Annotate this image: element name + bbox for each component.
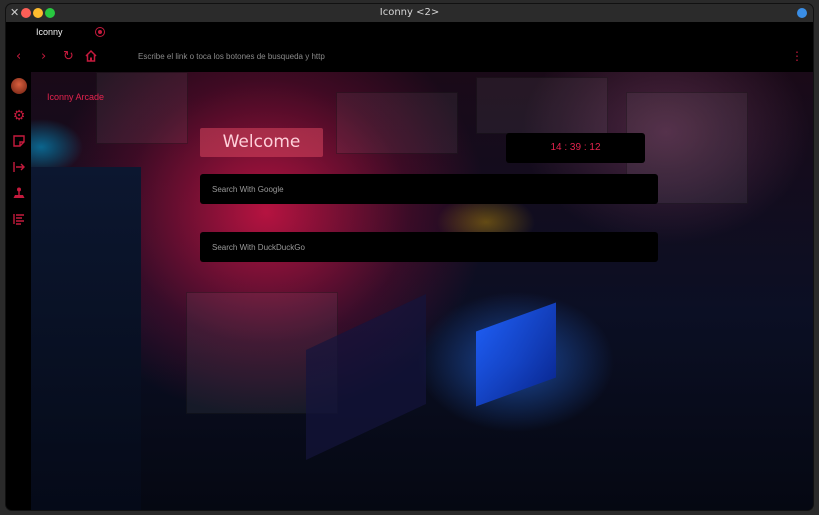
window-title: Iconny <2> — [379, 7, 440, 18]
welcome-banner: Welcome — [200, 128, 323, 157]
status-dot-icon — [797, 8, 807, 18]
browser-window: ✕ Iconny <2> Iconny ‹ › ↻ Escribe el lin… — [6, 4, 813, 510]
chevron-left-icon[interactable]: ‹ — [16, 49, 21, 65]
joystick-icon[interactable] — [11, 186, 27, 202]
reload-icon[interactable]: ↻ — [63, 49, 74, 65]
note-icon[interactable] — [11, 134, 27, 150]
tab-iconny[interactable]: Iconny — [36, 27, 63, 37]
gear-icon[interactable]: ⚙ — [11, 108, 27, 124]
navigation-bar: ‹ › ↻ Escribe el link o toca los botones… — [6, 44, 813, 72]
poster — [336, 92, 458, 154]
duckduckgo-search-input[interactable] — [200, 232, 658, 262]
content-area: Iconny Arcade Welcome 14 : 39 : 12 — [6, 72, 813, 510]
home-icon[interactable] — [84, 49, 98, 68]
address-bar[interactable]: Escribe el link o toca los botones de bu… — [138, 52, 325, 61]
new-tab-icon[interactable] — [95, 27, 105, 37]
title-bar: ✕ Iconny <2> — [6, 4, 813, 22]
avatar[interactable] — [11, 78, 27, 94]
clock-display: 14 : 39 : 12 — [506, 133, 645, 163]
arcade-screen — [476, 302, 556, 407]
poster — [96, 72, 188, 144]
vertical-dots-icon[interactable]: ⋮ — [791, 49, 803, 63]
arcade-cabinet — [31, 167, 141, 510]
tab-bar: Iconny — [6, 22, 813, 44]
sidebar: ⚙ — [6, 72, 31, 510]
poster — [476, 77, 608, 134]
google-search-input[interactable] — [200, 174, 658, 204]
list-icon[interactable] — [11, 212, 27, 228]
logout-icon[interactable] — [11, 160, 27, 176]
brand-title: Iconny Arcade — [47, 92, 105, 102]
chevron-right-icon[interactable]: › — [41, 49, 46, 65]
